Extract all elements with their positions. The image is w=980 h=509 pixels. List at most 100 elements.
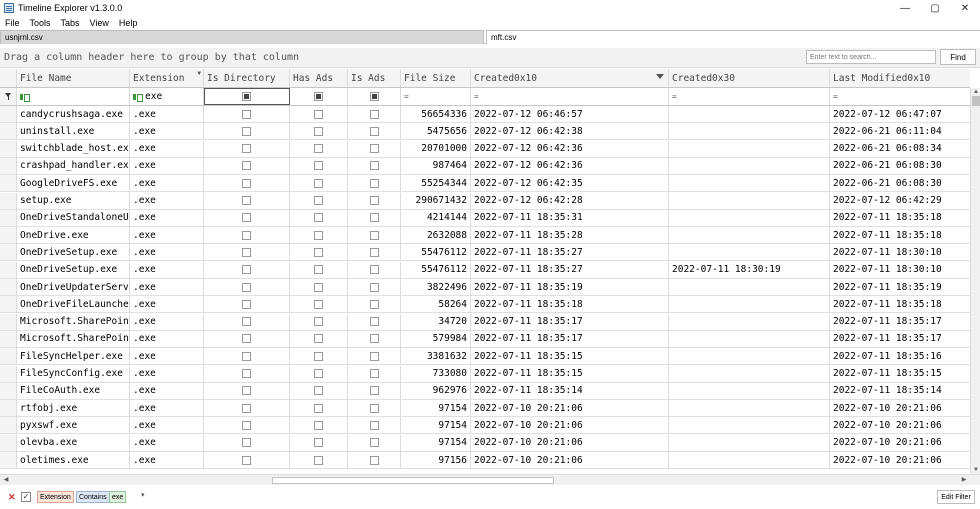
checkbox[interactable]	[242, 334, 251, 344]
checkbox[interactable]	[314, 317, 323, 327]
cell-created0x10[interactable]: 2022-07-11 18:35:15	[471, 365, 669, 382]
table-row[interactable]: switchblade_host.exe .exe 20701000 2022-07-…	[0, 140, 970, 158]
cell-last-modified0x10[interactable]: 2022-07-11 18:30:10	[830, 262, 970, 278]
filter-cell-is-ads[interactable]	[348, 88, 401, 105]
cell-file-size[interactable]: 58264	[401, 296, 471, 313]
cell-file-name[interactable]: OneDriveSetup.exe	[17, 244, 130, 261]
checkbox[interactable]	[242, 403, 251, 413]
checkbox[interactable]	[242, 299, 251, 309]
cell-file-size[interactable]: 3381632	[401, 348, 471, 365]
checkbox[interactable]	[242, 455, 251, 465]
cell-created0x10[interactable]: 2022-07-10 20:21:06	[471, 417, 669, 434]
checkbox[interactable]	[369, 438, 379, 448]
cell-is-ads[interactable]	[348, 400, 401, 417]
cell-last-modified0x10[interactable]: 2022-07-11 18:35:15	[830, 366, 970, 382]
cell-created0x30[interactable]	[669, 417, 830, 434]
filter-cell-has-ads[interactable]	[290, 88, 348, 105]
checkbox[interactable]	[369, 213, 379, 223]
close-icon[interactable]: ✕	[950, 0, 980, 16]
cell-file-size[interactable]: 97156	[401, 452, 471, 468]
cell-file-name[interactable]: OneDriveUpdaterService.exe	[17, 279, 130, 295]
checkbox[interactable]	[369, 178, 379, 188]
table-row[interactable]: uninstall.exe .exe 5475656 2022-07-12 06:42…	[0, 123, 970, 141]
cell-is-directory[interactable]	[204, 209, 290, 226]
checkbox[interactable]	[242, 213, 251, 223]
cell-last-modified0x10[interactable]: 2022-06-21 06:08:34	[830, 141, 970, 157]
table-row[interactable]: OneDriveSetup.exe .exe 55476112 2022-07-11 …	[0, 261, 970, 279]
cell-created0x10[interactable]: 2022-07-11 18:35:28	[471, 227, 669, 244]
checkbox[interactable]	[369, 334, 379, 344]
col-header-is-directory[interactable]: Is Directory	[204, 69, 290, 87]
cell-is-ads[interactable]	[348, 123, 401, 140]
horizontal-scrollbar[interactable]: ◀ ▶	[0, 474, 980, 485]
cell-created0x30[interactable]	[669, 296, 830, 313]
cell-created0x10[interactable]: 2022-07-12 06:46:57	[471, 106, 669, 122]
cell-file-name[interactable]: olevba.exe	[17, 434, 130, 451]
cell-is-directory[interactable]	[204, 417, 290, 434]
checkbox[interactable]	[314, 282, 323, 292]
table-row[interactable]: olevba.exe .exe 97154 2022-07-10 20:21:06 20…	[0, 434, 970, 452]
table-row[interactable]: Microsoft.SharePoint.exe.exe5799842022-0…	[0, 330, 970, 348]
table-row[interactable]: crashpad_handler.exe .exe 987464 2022-07-12…	[0, 157, 970, 175]
row-indicator[interactable]	[0, 348, 17, 365]
row-indicator[interactable]	[0, 452, 17, 468]
cell-extension[interactable]: .exe	[130, 296, 204, 313]
cell-created0x10[interactable]: 2022-07-11 18:35:17	[471, 330, 669, 347]
menu-view[interactable]: View	[85, 18, 114, 28]
cell-last-modified0x10[interactable]: 2022-06-21 06:08:30	[830, 158, 970, 174]
cell-created0x30[interactable]	[669, 365, 830, 382]
cell-created0x30[interactable]	[669, 209, 830, 226]
cell-file-size[interactable]: 2632088	[401, 227, 471, 244]
checkbox[interactable]	[314, 109, 323, 119]
row-indicator[interactable]	[0, 175, 17, 192]
cell-extension[interactable]: .exe	[130, 261, 204, 278]
table-row[interactable]: FileSyncConfig.exe .exe 733080 2022-07-11 1…	[0, 365, 970, 383]
table-row[interactable]: pyxswf.exe .exe 97154 2022-07-10 20:21:06 20…	[0, 417, 970, 435]
cell-has-ads[interactable]	[290, 175, 348, 192]
cell-file-size[interactable]: 5475656	[401, 123, 471, 140]
search-input[interactable]	[806, 50, 936, 64]
cell-file-name[interactable]: Microsoft.SharePoint.exe	[17, 313, 130, 330]
cell-created0x10[interactable]: 2022-07-11 18:35:17	[471, 313, 669, 330]
checkbox[interactable]	[314, 386, 323, 396]
cell-created0x10[interactable]: 2022-07-11 18:35:18	[471, 296, 669, 313]
cell-is-directory[interactable]	[204, 365, 290, 382]
row-indicator[interactable]	[0, 209, 17, 226]
cell-file-name[interactable]: FileCoAuth.exe	[17, 382, 130, 399]
checkbox[interactable]	[314, 369, 323, 378]
minimize-icon[interactable]: —	[890, 0, 920, 16]
cell-extension[interactable]: .exe	[130, 123, 204, 140]
cell-is-directory[interactable]	[204, 227, 290, 244]
cell-is-ads[interactable]	[348, 382, 401, 399]
cell-created0x30[interactable]	[669, 400, 830, 417]
checkbox[interactable]	[369, 317, 379, 327]
cell-file-name[interactable]: FileSyncHelper.exe	[17, 348, 130, 365]
checkbox[interactable]	[314, 299, 323, 309]
cell-is-ads[interactable]	[348, 279, 401, 295]
cell-extension[interactable]: .exe	[130, 417, 204, 434]
cell-file-name[interactable]: crashpad_handler.exe	[17, 157, 130, 174]
cell-is-directory[interactable]	[204, 452, 290, 468]
cell-created0x10[interactable]: 2022-07-12 06:42:28	[471, 192, 669, 209]
cell-extension[interactable]: .exe	[130, 175, 204, 192]
checkbox[interactable]	[369, 230, 379, 240]
checkbox[interactable]	[242, 386, 251, 396]
col-header-file-name[interactable]: File Name	[17, 69, 130, 87]
cell-is-ads[interactable]	[348, 296, 401, 313]
cell-is-directory[interactable]	[204, 313, 290, 330]
cell-file-name[interactable]: oletimes.exe	[17, 452, 130, 468]
cell-file-size[interactable]: 962976	[401, 382, 471, 399]
col-header-has-ads[interactable]: Has Ads	[290, 69, 348, 87]
cell-extension[interactable]: .exe	[130, 400, 204, 417]
cell-created0x30[interactable]	[669, 382, 830, 399]
menu-help[interactable]: Help	[114, 18, 143, 28]
cell-extension[interactable]: .exe	[130, 140, 204, 157]
cell-has-ads[interactable]	[290, 400, 348, 417]
checkbox[interactable]	[314, 265, 323, 275]
cell-is-ads[interactable]	[348, 175, 401, 192]
checkbox[interactable]	[242, 282, 251, 292]
vertical-scrollbar[interactable]: ▲ ▼	[970, 88, 980, 474]
table-row[interactable]: candycrushsaga.exe .exe 56654336 2022-07-12…	[0, 106, 970, 123]
cell-last-modified0x10[interactable]: 2022-07-12 06:42:29	[830, 193, 970, 209]
cell-file-name[interactable]: OneDrive.exe	[17, 227, 130, 244]
